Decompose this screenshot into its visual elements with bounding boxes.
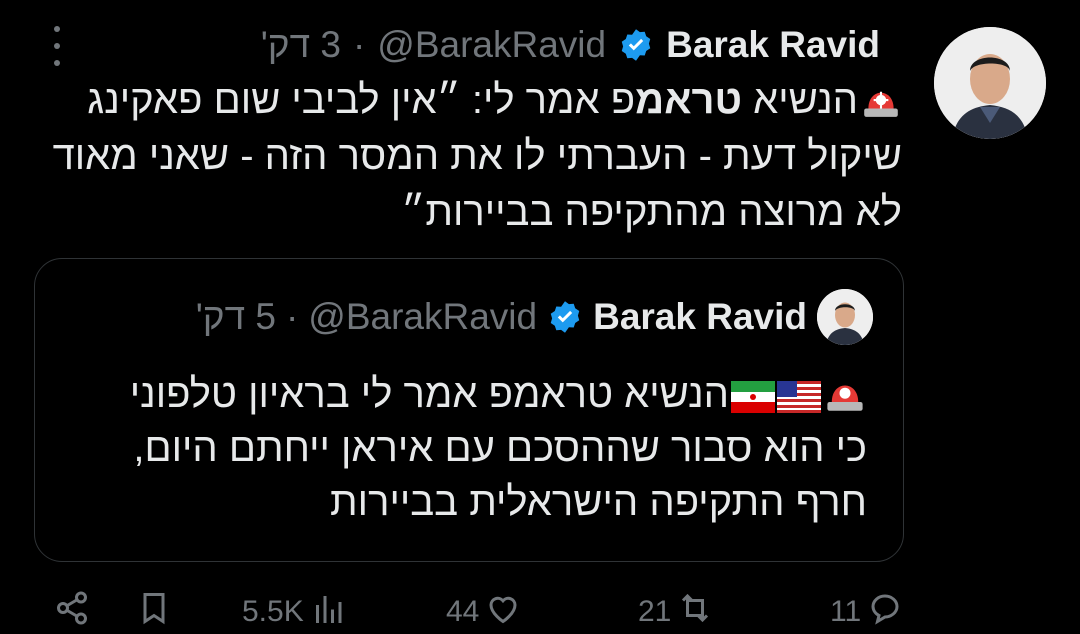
verified-badge-icon	[547, 299, 583, 335]
tweet-line-3: לא מרוצה מהתקיפה בביירות״	[401, 190, 902, 234]
views-button[interactable]: 5.5K	[242, 592, 346, 631]
quote-line-1: הנשיא טראמפ אמר לי בראיון טלפוני	[67, 367, 867, 421]
quote-author-name[interactable]: Barak Ravid	[593, 296, 807, 338]
quote-author-avatar[interactable]	[817, 289, 873, 345]
tweet-header: Barak Ravid @BarakRavid · 3 דק'	[261, 20, 880, 70]
siren-emoji	[860, 77, 902, 119]
bookmark-button[interactable]	[136, 592, 172, 631]
tweet-line-2: שיקול דעת - העברתי לו את המסר הזה - שאני…	[52, 134, 902, 178]
quote-time[interactable]: 5 דק'	[196, 296, 276, 338]
action-bar: 5.5K 44 21 11	[0, 590, 1080, 634]
tweet-text: הנשיא טראמפ אמר לי: ״אין לביבי שום פאקינ…	[22, 72, 902, 240]
likes-count: 44	[446, 594, 480, 628]
bookmark-icon	[136, 590, 172, 634]
reply-icon	[867, 590, 903, 634]
share-button[interactable]	[54, 590, 90, 634]
repost-icon	[677, 590, 713, 634]
like-icon	[485, 590, 521, 634]
quote-line-2: כי הוא סבור שההסכם עם איראן ייחתם היום,	[133, 426, 867, 470]
siren-emoji	[823, 369, 867, 411]
tweet-bold-word: טראמ	[635, 78, 743, 122]
tweet-time[interactable]: 3 דק'	[261, 24, 341, 66]
quote-line1-text: הנשיא טראמפ אמר לי בראיון טלפוני	[129, 372, 729, 416]
replies-count: 11	[830, 594, 862, 628]
views-count: 5.5K	[242, 594, 304, 628]
quote-line-3: חרף התקיפה הישראלית בביירות	[330, 480, 867, 524]
more-icon[interactable]	[42, 26, 72, 66]
quote-author-handle[interactable]: @BarakRavid	[308, 296, 537, 338]
separator-dot: ·	[352, 24, 366, 65]
reply-button[interactable]: 11	[830, 592, 903, 631]
share-icon	[54, 590, 90, 634]
quoted-tweet-card[interactable]: Barak Ravid @BarakRavid · 5 דק' הנשיא טר…	[34, 258, 904, 562]
repost-button[interactable]: 21	[638, 592, 713, 631]
us-flag-emoji	[777, 373, 821, 413]
separator-dot: ·	[285, 296, 299, 337]
author-name[interactable]: Barak Ravid	[666, 24, 880, 66]
iran-flag-emoji	[731, 373, 775, 413]
tweet-line-1: הנשיא טראמפ אמר לי: ״אין לביבי שום פאקינ…	[22, 72, 902, 128]
quote-text: הנשיא טראמפ אמר לי בראיון טלפוני כי הוא …	[67, 367, 867, 529]
views-icon	[310, 590, 346, 634]
quote-header: Barak Ravid @BarakRavid · 5 דק'	[196, 289, 873, 345]
like-button[interactable]: 44	[446, 592, 521, 631]
verified-badge-icon	[618, 27, 654, 63]
author-handle[interactable]: @BarakRavid	[377, 24, 606, 66]
tweet-line1-prefix: הנשיא	[742, 78, 858, 122]
tweet-line1-rest: פ אמר לי: ״אין לביבי שום פאקינג	[87, 78, 636, 122]
author-avatar[interactable]	[934, 27, 1046, 139]
reposts-count: 21	[638, 594, 672, 628]
